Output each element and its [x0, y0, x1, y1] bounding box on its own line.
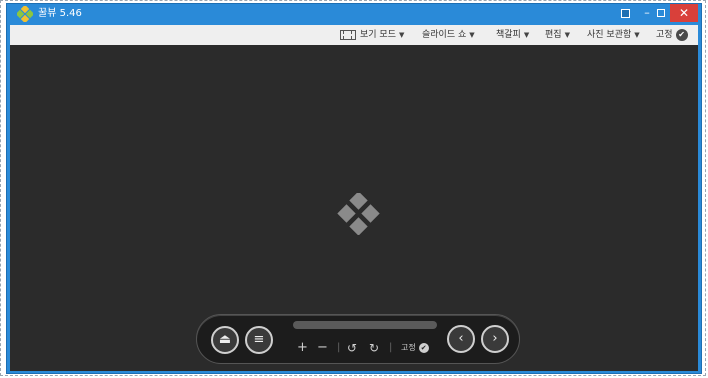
- edit-menu[interactable]: 편집 ▼: [545, 25, 570, 45]
- check-icon: ✔: [675, 28, 688, 41]
- app-window: 꿀뷰 5.46 – ✕ 보기 모드 ▼ 슬라이드 쇼 ▼ 책갈피 ▼ 편집 ▼ 사진 보…: [6, 3, 702, 374]
- list-button[interactable]: ≡: [245, 326, 273, 354]
- dropdown-arrow-icon: ▼: [564, 31, 570, 39]
- rotate-left-button[interactable]: ↺: [347, 339, 357, 357]
- bottom-control-bar: ⏏ ≡ + − | ↺ ↻ | 고정 ✔ ‹ ›: [196, 314, 520, 364]
- image-viewer-canvas[interactable]: ⏏ ≡ + − | ↺ ↻ | 고정 ✔ ‹ ›: [10, 45, 698, 371]
- dropdown-arrow-icon: ▼: [469, 31, 475, 39]
- rotate-right-button[interactable]: ↻: [369, 339, 379, 357]
- fix-label: 고정: [401, 343, 416, 352]
- edit-label: 편집: [545, 30, 562, 40]
- top-toolbar: 보기 모드 ▼ 슬라이드 쇼 ▼ 책갈피 ▼ 편집 ▼ 사진 보관함 ▼ 고정 ✔: [10, 25, 698, 46]
- app-logo-icon: [17, 6, 33, 22]
- fix-toggle[interactable]: 고정 ✔: [656, 25, 688, 45]
- dropdown-arrow-icon: ▼: [634, 31, 640, 39]
- view-mode-label: 보기 모드: [360, 30, 396, 40]
- pin-button[interactable]: [617, 4, 633, 22]
- fix-label: 고정: [656, 30, 673, 40]
- next-button[interactable]: ›: [481, 325, 509, 353]
- close-button[interactable]: ✕: [670, 4, 698, 22]
- maximize-button[interactable]: [652, 4, 670, 22]
- view-mode-menu[interactable]: 보기 모드 ▼: [340, 25, 404, 45]
- eject-button[interactable]: ⏏: [211, 326, 239, 354]
- previous-button[interactable]: ‹: [447, 325, 475, 353]
- zoom-in-button[interactable]: +: [297, 339, 308, 357]
- photo-album-menu[interactable]: 사진 보관함 ▼: [587, 25, 640, 45]
- separator: |: [389, 342, 393, 353]
- dropdown-arrow-icon: ▼: [398, 31, 405, 39]
- slideshow-menu[interactable]: 슬라이드 쇼 ▼: [422, 25, 475, 45]
- bookmark-menu[interactable]: 책갈피 ▼: [496, 25, 529, 45]
- pin-icon: [620, 8, 630, 18]
- bookmark-label: 책갈피: [496, 30, 521, 40]
- center-logo-icon: [337, 193, 380, 235]
- separator: |: [337, 342, 341, 353]
- check-icon: ✔: [418, 342, 429, 353]
- window-title: 꿀뷰 5.46: [38, 8, 82, 19]
- fix-control[interactable]: 고정 ✔: [401, 339, 429, 357]
- zoom-out-button[interactable]: −: [317, 339, 328, 357]
- view-mode-icon: [340, 29, 356, 40]
- maximize-icon: [657, 9, 665, 17]
- title-bar[interactable]: 꿀뷰 5.46 – ✕: [7, 4, 701, 24]
- progress-slider[interactable]: [293, 321, 437, 329]
- dropdown-arrow-icon: ▼: [523, 31, 530, 39]
- photo-album-label: 사진 보관함: [587, 30, 632, 40]
- slideshow-label: 슬라이드 쇼: [422, 30, 467, 40]
